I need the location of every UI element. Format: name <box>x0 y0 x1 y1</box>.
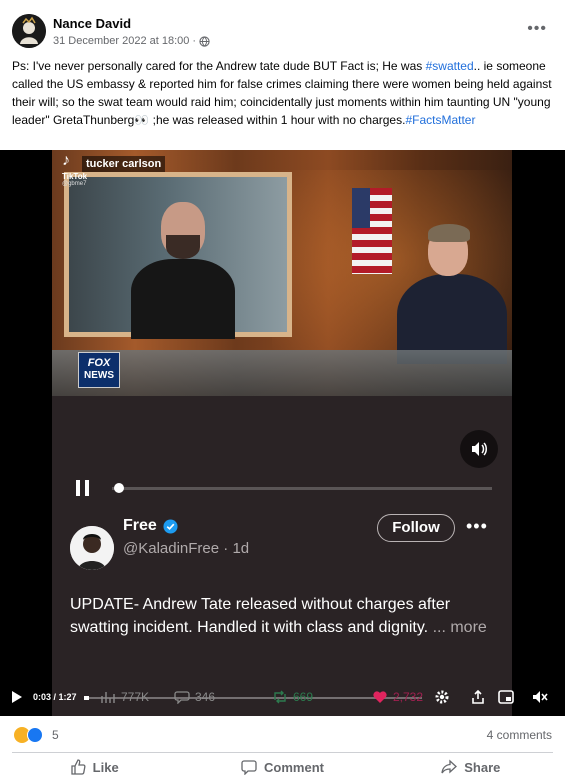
reaction-count[interactable]: 5 <box>52 728 59 742</box>
comments-stat: 346 <box>174 690 215 704</box>
video-controls: 0:03 / 1:27 777K 346 669 2,732 <box>0 680 565 714</box>
play-icon[interactable] <box>11 691 23 703</box>
author-name[interactable]: Nance David <box>53 16 131 31</box>
settings-gear-icon[interactable] <box>434 689 450 705</box>
inner-progress-knob[interactable] <box>114 483 124 493</box>
studio-desk <box>52 350 512 396</box>
studio-screen <box>64 172 292 339</box>
tiktok-wordmark: TikTok <box>62 172 88 181</box>
fox-logo-line1: FOX <box>87 357 111 369</box>
retweets-count: 669 <box>293 690 314 704</box>
eyes-emoji: 👀 <box>134 113 150 127</box>
share-arrow-icon <box>441 759 458 774</box>
tweet-more-icon[interactable]: ••• <box>466 516 488 537</box>
tweet-author-name[interactable]: Free <box>123 517 157 535</box>
picture-in-picture-icon[interactable] <box>498 689 514 705</box>
tweet-comments-count: 346 <box>195 690 216 704</box>
video-player[interactable]: ♪ tucker carlson TikTok @gbme7 FOX NEWS <box>0 150 565 716</box>
tiktok-icon: ♪ <box>62 152 70 169</box>
share-button[interactable]: Share <box>377 756 565 778</box>
post-card: Nance David 31 December 2022 at 18:00 · … <box>0 0 565 778</box>
retweet-icon <box>274 690 286 704</box>
likes-stat: 2,732 <box>372 690 423 704</box>
author-avatar[interactable] <box>12 14 46 48</box>
tiktok-watermark: ♪ tucker carlson TikTok @gbme7 <box>60 152 190 187</box>
hashtag-factsmatter[interactable]: #FactsMatter <box>405 113 475 127</box>
comment-label: Comment <box>264 759 324 775</box>
like-button[interactable]: Like <box>0 756 188 778</box>
share-label: Share <box>464 759 501 775</box>
video-progress-fill <box>84 696 89 700</box>
retweets-stat: 669 <box>272 690 313 704</box>
reply-icon <box>174 691 190 704</box>
verified-badge-icon <box>163 518 178 534</box>
studio-scene: ♪ tucker carlson TikTok @gbme7 FOX NEWS <box>52 150 512 396</box>
follow-button[interactable]: Follow <box>377 514 455 542</box>
comment-button[interactable]: Comment <box>188 756 376 778</box>
reactions-summary[interactable]: 5 <box>14 727 59 743</box>
fox-news-logo: FOX NEWS <box>78 352 120 388</box>
thumbs-up-icon <box>71 759 86 775</box>
tweet-handle: @KaladinFree · 1d <box>123 540 250 557</box>
heart-icon <box>373 691 387 703</box>
pause-icon[interactable] <box>76 480 92 496</box>
video-frame: ♪ tucker carlson TikTok @gbme7 FOX NEWS <box>52 150 512 716</box>
tweet-more-link[interactable]: ... more <box>428 619 487 636</box>
views-count: 777K <box>121 690 150 704</box>
like-label: Like <box>92 759 119 775</box>
post-text: Ps: I've never personally cared for the … <box>12 57 552 129</box>
post-text-part: ;he was released within 1 hour with no c… <box>149 113 406 127</box>
actions-divider <box>12 752 553 753</box>
volume-icon[interactable] <box>460 430 498 468</box>
post-meta: 31 December 2022 at 18:00 · <box>53 35 210 47</box>
post-header: Nance David 31 December 2022 at 18:00 · … <box>0 0 565 56</box>
views-stat: 777K <box>100 690 149 704</box>
fox-logo-line2: NEWS <box>84 370 114 381</box>
tiktok-handle: @gbme7 <box>62 181 87 187</box>
hashtag-swatted[interactable]: #swatted <box>426 59 474 73</box>
meta-separator: · <box>192 35 197 47</box>
video-time: 0:03 / 1:27 <box>33 692 77 702</box>
globe-icon <box>199 35 210 47</box>
tweet-body: UPDATE- Andrew Tate released without cha… <box>70 596 451 636</box>
mute-icon[interactable] <box>532 689 548 705</box>
like-reaction-icon <box>27 727 43 743</box>
reaction-icons <box>14 727 44 743</box>
post-options-icon[interactable]: ••• <box>527 21 547 37</box>
inner-progress-track[interactable] <box>112 487 492 490</box>
tweet-text: UPDATE- Andrew Tate released without cha… <box>70 593 490 639</box>
post-actions: Like Comment Share <box>0 756 565 778</box>
post-text-part: Ps: I've never personally cared for the … <box>12 59 426 73</box>
comments-count[interactable]: 4 comments <box>487 728 552 742</box>
bar-chart-icon <box>101 692 115 703</box>
post-timestamp[interactable]: 31 December 2022 at 18:00 <box>53 35 189 47</box>
tweet-avatar[interactable] <box>70 526 114 570</box>
tweet-author[interactable]: Free <box>123 517 178 535</box>
likes-count: 2,732 <box>393 690 424 704</box>
tiktok-show-label: tucker carlson <box>82 156 166 172</box>
share-out-icon[interactable] <box>470 689 486 705</box>
comment-icon <box>241 760 257 775</box>
